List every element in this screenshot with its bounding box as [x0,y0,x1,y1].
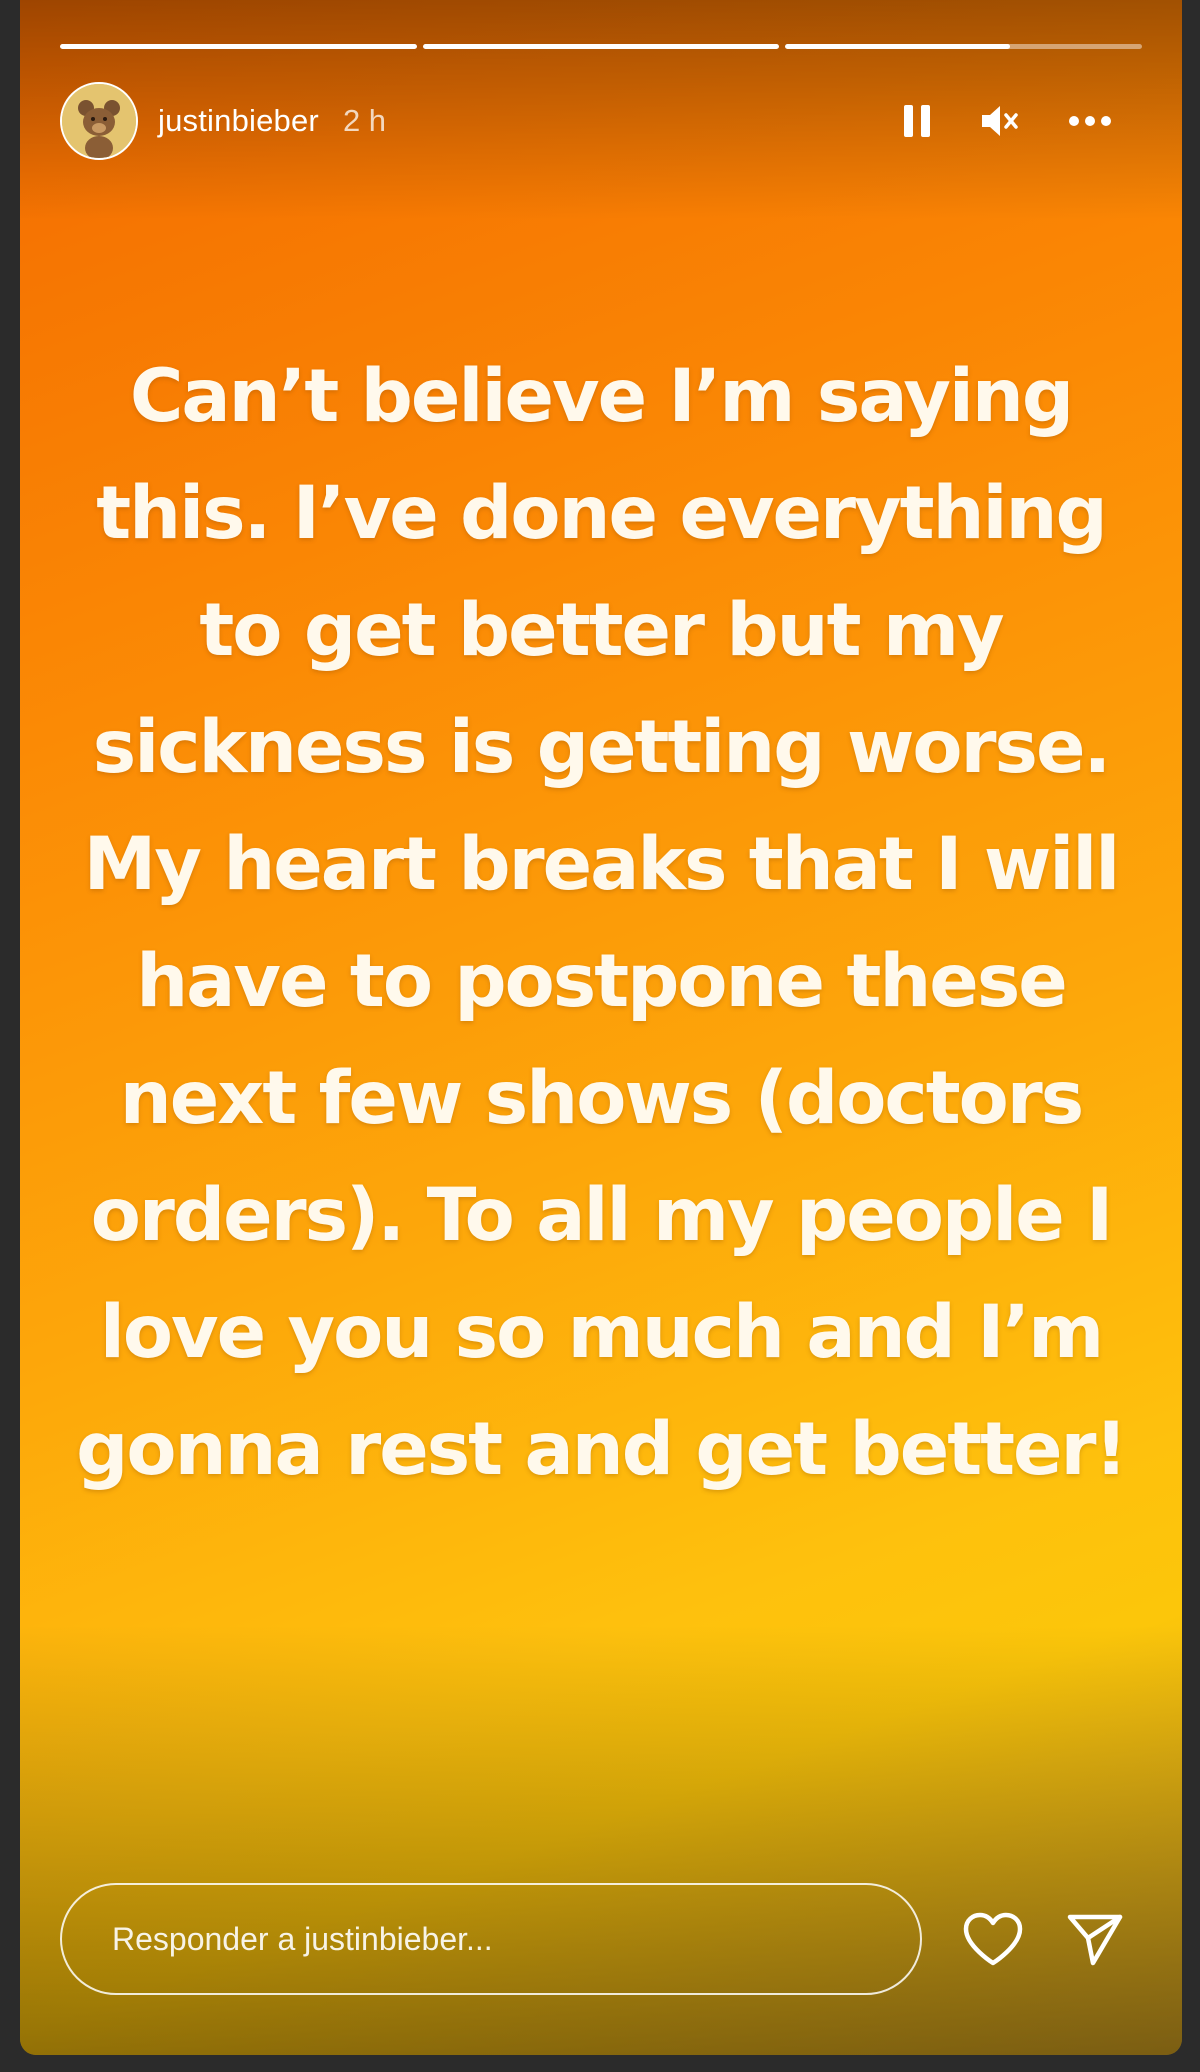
send-icon[interactable] [1066,1911,1124,1967]
story-header: justinbieber 2 h [60,82,1142,160]
pause-icon[interactable] [902,103,932,139]
story-footer [60,1883,1142,1995]
muted-speaker-icon[interactable] [980,103,1020,139]
progress-segment [422,44,780,49]
playback-controls [902,103,1112,139]
story-viewer[interactable]: justinbieber 2 h Can’t believe I’m sayin… [20,0,1182,2055]
story-progress-bar [60,44,1143,49]
progress-fill [60,44,417,49]
progress-segment [785,44,1143,49]
heart-icon[interactable] [962,1911,1024,1967]
post-time: 2 h [342,103,387,138]
progress-segment [60,44,417,49]
progress-fill [785,44,1011,49]
bear-avatar-icon[interactable] [60,82,138,160]
progress-fill [422,44,780,49]
story-text: Can’t believe I’m saying this. I’ve done… [76,354,1128,1492]
footer-actions [962,1911,1124,1967]
username[interactable]: justinbieber [158,103,319,139]
reply-input[interactable] [60,1883,922,1995]
more-options-icon[interactable] [1068,115,1112,127]
